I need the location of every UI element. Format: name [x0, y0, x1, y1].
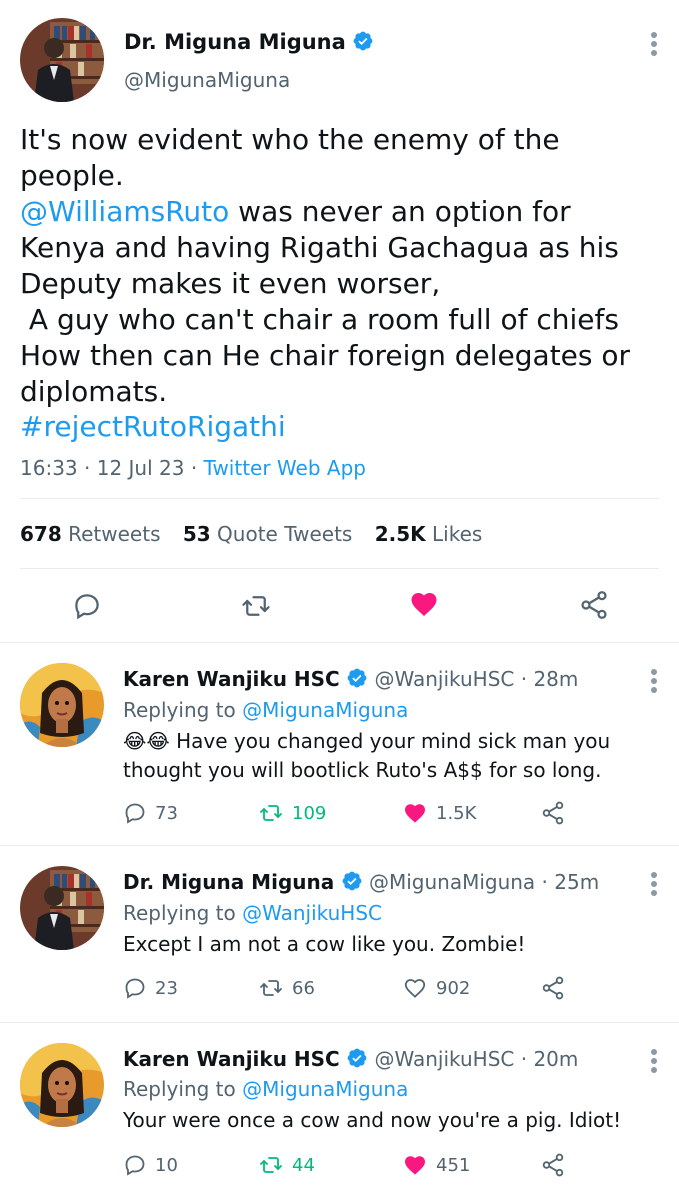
reply-count[interactable]: 10	[123, 1153, 178, 1177]
retweet-count[interactable]: 109	[258, 801, 326, 825]
reply-icon	[125, 978, 145, 999]
retweet-icon	[260, 805, 282, 821]
tweet-meta: 16:33 · 12 Jul 23 · Twitter Web App	[20, 456, 366, 480]
reply-time[interactable]: 25m	[554, 870, 599, 894]
tweet-date[interactable]: 12 Jul 23	[97, 456, 185, 480]
author-name[interactable]: Karen Wanjiku HSC	[123, 1047, 340, 1071]
reply-icon[interactable]	[72, 591, 102, 625]
author-handle[interactable]: @MigunaMiguna	[369, 870, 535, 894]
reply-count[interactable]: 73	[123, 801, 178, 825]
tweet-source-link[interactable]: Twitter Web App	[204, 456, 366, 480]
author-name[interactable]: Karen Wanjiku HSC	[123, 667, 340, 691]
reply-count[interactable]: 23	[123, 976, 178, 1000]
reply-icon	[125, 803, 145, 824]
heart-icon	[405, 1156, 425, 1175]
share-icon[interactable]	[578, 589, 610, 625]
reply-text: Your were once a cow and now you're a pi…	[123, 1108, 622, 1132]
like-count[interactable]: 902	[402, 976, 470, 1000]
divider	[20, 498, 659, 499]
verified-badge-icon	[346, 1047, 368, 1074]
author-handle[interactable]: @MigunaMiguna	[124, 68, 290, 92]
like-count[interactable]: 1.5K	[402, 801, 476, 825]
more-options-icon[interactable]	[650, 1049, 658, 1077]
laughing-emoji-icon: 😂😂	[123, 729, 170, 753]
author-name-row: Dr. Miguna Miguna	[124, 30, 374, 57]
author-avatar[interactable]	[20, 18, 104, 102]
tweet-text: It's now evident who the enemy of the pe…	[20, 123, 631, 408]
author-name[interactable]: Dr. Miguna Miguna	[123, 870, 334, 894]
replying-to: Replying to @MigunaMiguna	[123, 1077, 409, 1101]
likes-stat[interactable]: 2.5K Likes	[375, 522, 483, 546]
share-icon[interactable]	[540, 975, 574, 1001]
reply-header: Dr. Miguna Miguna @MigunaMiguna · 25m	[123, 870, 599, 897]
reply-tweet[interactable]: Karen Wanjiku HSC @WanjikuHSC · 28m Repl…	[0, 643, 679, 845]
more-options-icon[interactable]	[650, 669, 658, 697]
heart-outline-icon	[404, 979, 426, 998]
replying-to-link[interactable]: @MigunaMiguna	[242, 1077, 408, 1101]
reply-header: Karen Wanjiku HSC @WanjikuHSC · 28m	[123, 667, 578, 694]
author-name[interactable]: Dr. Miguna Miguna	[124, 30, 346, 54]
tweet-time[interactable]: 16:33	[20, 456, 78, 480]
quote-tweets-stat[interactable]: 53 Quote Tweets	[183, 522, 353, 546]
share-icon[interactable]	[540, 800, 574, 826]
reply-text: 😂😂 Have you changed your mind sick man y…	[123, 729, 611, 782]
mention-link[interactable]: @WilliamsRuto	[20, 195, 229, 228]
reply-time[interactable]: 20m	[533, 1047, 578, 1071]
hashtag-link[interactable]: #rejectRutoRigathi	[20, 410, 286, 443]
author-avatar[interactable]	[20, 1043, 104, 1127]
retweets-stat[interactable]: 678 Retweets	[20, 522, 160, 546]
tweet-stats: 678 Retweets 53 Quote Tweets 2.5K Likes	[20, 522, 482, 546]
verified-badge-icon	[341, 870, 363, 897]
reply-header: Karen Wanjiku HSC @WanjikuHSC · 20m	[123, 1047, 578, 1074]
share-icon[interactable]	[540, 1152, 574, 1178]
author-handle[interactable]: @WanjikuHSC	[374, 1047, 514, 1071]
retweet-icon	[260, 980, 282, 996]
verified-badge-icon	[352, 30, 374, 57]
retweet-icon	[260, 1157, 282, 1173]
replying-to: Replying to @WanjikuHSC	[123, 901, 383, 925]
author-avatar[interactable]	[20, 866, 104, 950]
reply-time[interactable]: 28m	[533, 667, 578, 691]
replying-to: Replying to @MigunaMiguna	[123, 698, 409, 722]
like-count[interactable]: 451	[402, 1153, 470, 1177]
more-options-icon[interactable]	[650, 872, 658, 900]
author-avatar[interactable]	[20, 663, 104, 747]
main-tweet: Dr. Miguna Miguna @MigunaMiguna It's now…	[0, 0, 679, 642]
reply-text: Except I am not a cow like you. Zombie!	[123, 932, 526, 956]
author-handle[interactable]: @WanjikuHSC	[374, 667, 514, 691]
retweet-icon[interactable]	[240, 591, 272, 625]
replying-to-link[interactable]: @MigunaMiguna	[242, 698, 408, 722]
more-options-icon[interactable]	[650, 32, 658, 60]
retweet-count[interactable]: 66	[258, 976, 315, 1000]
retweet-count[interactable]: 44	[258, 1153, 315, 1177]
heart-icon[interactable]	[408, 589, 440, 623]
verified-badge-icon	[346, 667, 368, 694]
reply-tweet[interactable]: Karen Wanjiku HSC @WanjikuHSC · 20m Repl…	[0, 1023, 679, 1200]
replying-to-link[interactable]: @WanjikuHSC	[242, 901, 382, 925]
reply-icon	[125, 1155, 145, 1176]
divider	[20, 568, 659, 569]
reply-tweet[interactable]: Dr. Miguna Miguna @MigunaMiguna · 25m Re…	[0, 846, 679, 1022]
heart-icon	[405, 804, 425, 823]
